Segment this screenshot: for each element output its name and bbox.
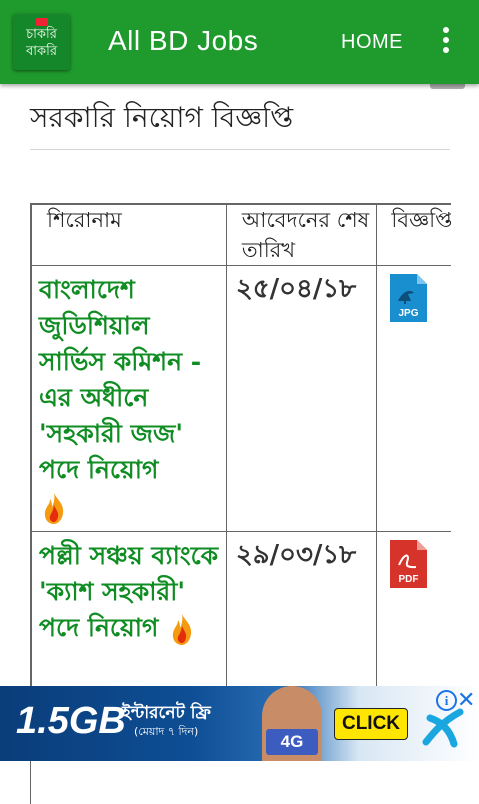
jpg-file-icon[interactable]: JPG: [390, 274, 428, 322]
app-logo[interactable]: চাকরি বাকরি: [13, 14, 70, 70]
ad-4g-badge: 4G: [266, 729, 318, 755]
ad-brand-logo-icon[interactable]: [420, 708, 464, 748]
page-heading: সরকারি নিয়োগ বিজ্ঞপ্তি: [30, 101, 294, 134]
logo-text-line2: বাকরি: [26, 44, 57, 59]
pdf-file-icon[interactable]: PDF: [390, 539, 428, 588]
fire-icon: [172, 614, 192, 645]
home-button[interactable]: HOME: [341, 31, 403, 54]
logo-flag-icon: [35, 18, 48, 26]
svg-text:PDF: PDF: [399, 574, 419, 585]
info-icon[interactable]: i: [436, 690, 457, 711]
table-header-row: শিরোনাম আবেদনের শেষ তারিখ বিজ্ঞপ্তি: [31, 204, 451, 266]
ad-validity-text: (মেয়াদ ৭ দিন): [134, 725, 199, 738]
ad-banner[interactable]: 1.5GB ইন্টারনেট ফ্রি (মেয়াদ ৭ দিন) 4G C…: [0, 686, 479, 761]
overflow-menu-icon[interactable]: [436, 27, 456, 59]
app-title: All BD Jobs: [108, 25, 259, 56]
header-title: শিরোনাম: [31, 204, 227, 266]
header-notice: বিজ্ঞপ্তি: [376, 204, 451, 266]
job-title-link[interactable]: পল্লী সঞ্চয় ব্যাংকে 'ক্যাশ সহকারী' পদে …: [32, 532, 226, 653]
app-bar: চাকরি বাকরি All BD Jobs HOME: [0, 0, 479, 84]
header-deadline: আবেদনের শেষ তারিখ: [225, 204, 378, 266]
heading-divider: [30, 149, 450, 150]
fire-icon: [44, 492, 64, 524]
table-row: বাংলাদেশ জুডিশিয়াল সার্ভিস কমিশন - এর অ…: [31, 265, 451, 532]
scroll-indicator[interactable]: [430, 84, 465, 89]
ad-click-button[interactable]: CLICK: [334, 708, 408, 740]
deadline-date: ২৫/০৪/১৮: [235, 274, 357, 304]
logo-text-line1: চাকরি: [26, 27, 57, 42]
close-icon[interactable]: ✕: [457, 688, 475, 713]
job-title-link[interactable]: বাংলাদেশ জুডিশিয়াল সার্ভিস কমিশন - এর অ…: [32, 266, 226, 531]
ad-data-amount: 1.5GB: [16, 700, 126, 742]
svg-text:JPG: JPG: [399, 308, 419, 319]
deadline-date: ২৯/০৩/১৮: [235, 539, 357, 570]
